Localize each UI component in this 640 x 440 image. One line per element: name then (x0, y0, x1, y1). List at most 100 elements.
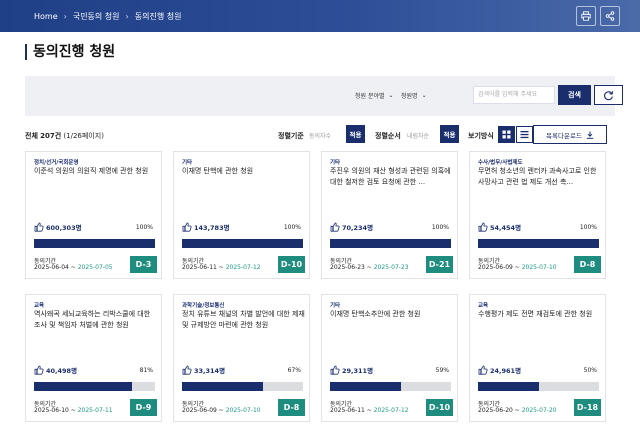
agree-count-value: 70,234명 (342, 224, 374, 232)
download-list-button[interactable]: 목록다운로드 (533, 125, 607, 144)
petition-category: 수사/법무/사법제도 (478, 160, 523, 166)
status-select[interactable]: 청원명 ⌄ (401, 87, 427, 104)
share-button[interactable] (600, 6, 620, 26)
period-start: 2025-06-20 ~ (478, 407, 520, 414)
sort-select[interactable]: 동의자수 (309, 131, 331, 140)
dday-badge: D-8 (574, 256, 601, 273)
progress-bar (330, 382, 451, 391)
agree-count: 24,961명 (478, 365, 521, 375)
petition-card[interactable]: 기타 이재명 탄핵에 관한 청원 143,783명 100% 동의기간 2025-06-1… (173, 151, 310, 279)
sort-label: 정렬기준 (278, 132, 304, 140)
progress-bar (182, 239, 303, 248)
breadcrumb-home[interactable]: Home (34, 12, 58, 21)
petition-card[interactable]: 정치/선거/국회운영 이준석 의원의 의원직 제명에 관한 청원 600,303명 1… (25, 151, 162, 279)
period-end: 2025-07-10 (225, 407, 261, 414)
agree-count: 40,498명 (34, 365, 77, 375)
petition-card[interactable]: 기타 주진우 의원의 재산 형성과 관련된 의혹에 대한 철저한 검토 요청에 관… (321, 151, 458, 279)
period-end: 2025-07-11 (77, 407, 113, 414)
agree-count: 70,234명 (330, 222, 373, 232)
agree-percent: 50% (583, 367, 597, 374)
period-dates: 2025-06-09 ~ 2025-07-10 (182, 407, 261, 414)
petition-title[interactable]: 정치 유튜브 채널의 차별 발언에 대한 제재 및 규제방안 마련에 관한 청원 (182, 309, 306, 331)
period-start: 2025-06-11 ~ (182, 264, 224, 271)
thumbs-up-icon (34, 365, 44, 375)
thumbs-up-icon (478, 365, 488, 375)
period-dates: 2025-06-09 ~ 2025-07-10 (478, 264, 557, 271)
petition-card[interactable]: 기타 이재명 탄핵소추안에 관한 청원 29,311명 59% 동의기간 2025-06-… (321, 294, 458, 422)
breadcrumb-separator-icon: › (63, 11, 67, 21)
thumbs-up-icon (34, 222, 44, 232)
period-start: 2025-06-09 ~ (478, 264, 520, 271)
grid-icon (502, 130, 511, 139)
agree-count: 29,311명 (330, 365, 373, 375)
petition-card[interactable]: 교육 수행평가 제도 전면 재검토에 관한 청원 24,961명 50% 동의기간 202… (469, 294, 606, 422)
progress-bar (182, 382, 303, 391)
order-apply-button[interactable]: 적용 (440, 125, 459, 143)
progress-fill (182, 382, 264, 391)
agree-percent: 100% (283, 224, 301, 231)
status-select-value: 청원명 (401, 93, 418, 100)
petition-card[interactable]: 교육 역사왜곡 세뇌교육하는 리박스쿨에 대한 조사 및 책임자 처벌에 관한 청… (25, 294, 162, 422)
list-view-button[interactable] (516, 126, 533, 143)
period-dates: 2025-06-10 ~ 2025-07-11 (34, 407, 113, 414)
agree-count: 33,314명 (182, 365, 225, 375)
agree-count-value: 29,311명 (342, 367, 374, 375)
dday-badge: D-8 (278, 399, 305, 416)
thumbs-up-icon (182, 365, 192, 375)
dday-badge: D-18 (574, 399, 601, 416)
agree-percent: 67% (287, 367, 301, 374)
petition-card[interactable]: 과학기술/정보통신 정치 유튜브 채널의 차별 발언에 대한 제재 및 규제방안 … (173, 294, 310, 422)
period-start: 2025-06-10 ~ (34, 407, 76, 414)
petition-title[interactable]: 이재명 탄핵소추안에 관한 청원 (330, 309, 454, 331)
thumbs-up-icon (330, 365, 340, 375)
progress-fill (330, 239, 451, 248)
breadcrumb-current: 동의진행 청원 (134, 11, 182, 21)
dday-badge: D-10 (426, 399, 453, 416)
result-pages: (1/26페이지) (63, 132, 104, 140)
petition-title[interactable]: 이재명 탄핵에 관한 청원 (182, 166, 306, 188)
progress-bar (478, 239, 599, 248)
print-icon (581, 11, 591, 21)
breadcrumb-section[interactable]: 국민동의 청원 (73, 11, 120, 22)
period-end: 2025-07-05 (77, 264, 113, 271)
thumbs-up-icon (182, 222, 192, 232)
petition-category: 정치/선거/국회운영 (34, 160, 79, 166)
petition-title[interactable]: 이준석 의원의 의원직 제명에 관한 청원 (34, 166, 158, 188)
download-icon (586, 131, 594, 139)
agree-count-value: 143,783명 (194, 224, 230, 232)
agree-percent: 81% (139, 367, 153, 374)
period-end: 2025-07-20 (521, 407, 557, 414)
petition-title[interactable]: 수행평가 제도 전면 재검토에 관한 청원 (478, 309, 602, 331)
progress-fill (182, 239, 303, 248)
agree-count-value: 24,961명 (490, 367, 522, 375)
progress-bar (478, 382, 599, 391)
refresh-icon (604, 90, 613, 100)
list-icon (520, 131, 529, 139)
result-count: 전체 207건 (1/26페이지) (25, 131, 104, 141)
petition-title[interactable]: 역사왜곡 세뇌교육하는 리박스쿨에 대한 조사 및 책임자 처벌에 관한 청원 (34, 309, 158, 331)
progress-bar (330, 239, 451, 248)
petition-card[interactable]: 수사/법무/사법제도 무면허 청소년의 렌터카 과속사고로 인한 사망사고 관련 … (469, 151, 606, 279)
petition-title[interactable]: 주진우 의원의 재산 형성과 관련된 의혹에 대한 철저한 검토 요청에 관한 … (330, 166, 454, 188)
download-label: 목록다운로드 (546, 131, 582, 140)
grid-view-button[interactable] (498, 126, 515, 143)
order-label: 정렬순서 (375, 132, 401, 140)
progress-bar (34, 382, 155, 391)
agree-percent: 59% (435, 367, 449, 374)
refresh-button[interactable] (594, 85, 623, 105)
print-button[interactable] (576, 6, 596, 26)
agree-count-value: 40,498명 (46, 367, 78, 375)
chevron-down-icon: ⌄ (421, 92, 427, 99)
agree-count-value: 600,303명 (46, 224, 82, 232)
search-button[interactable]: 검색 (558, 85, 591, 105)
field-select[interactable]: 청원 분야별 ⌄ (355, 87, 394, 104)
petition-category: 기타 (182, 160, 193, 166)
period-start: 2025-06-11 ~ (330, 407, 372, 414)
progress-fill (478, 239, 599, 248)
period-dates: 2025-06-23 ~ 2025-07-23 (330, 264, 409, 271)
order-select[interactable]: 내림차순 (407, 131, 429, 140)
sort-apply-button[interactable]: 적용 (346, 125, 365, 143)
search-input[interactable]: 검색어를 입력해 주세요 (473, 86, 555, 104)
petition-title[interactable]: 무면허 청소년의 렌터카 과속사고로 인한 사망사고 관련 법 제도 개선 촉.… (478, 166, 602, 188)
agree-percent: 100% (135, 224, 153, 231)
